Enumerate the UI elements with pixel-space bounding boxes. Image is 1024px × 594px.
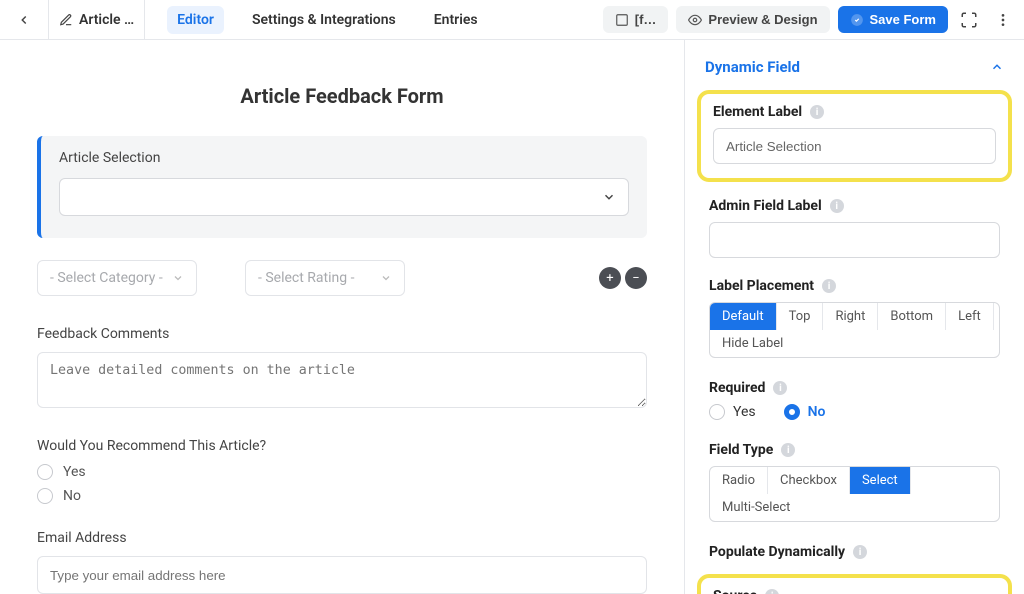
preview-design-button[interactable]: Preview & Design (676, 6, 829, 33)
form-wrap: Article Selection - Select Category - - … (37, 136, 647, 594)
label-placement-group: Label Placement i Default Top Right Bott… (693, 272, 1016, 362)
fieldtype-radio[interactable]: Radio (710, 467, 768, 494)
placement-left[interactable]: Left (946, 303, 994, 330)
field-label: Article Selection (59, 150, 629, 166)
form-title-text: Article … (79, 12, 134, 28)
info-icon[interactable]: i (853, 545, 867, 559)
admin-label-input[interactable] (709, 222, 1000, 258)
info-icon[interactable]: i (765, 589, 779, 594)
placement-right[interactable]: Right (823, 303, 878, 330)
category-placeholder: - Select Category - (50, 270, 163, 286)
placement-bottom[interactable]: Bottom (878, 303, 946, 330)
required-no-option[interactable]: No (784, 404, 826, 420)
tab-settings[interactable]: Settings & Integrations (242, 6, 406, 34)
remove-button[interactable]: − (625, 267, 647, 289)
article-selection-select[interactable] (59, 178, 629, 216)
required-options: Yes No (709, 404, 1000, 420)
radio-icon (37, 464, 53, 480)
top-bar: Article … Editor Settings & Integrations… (0, 0, 1024, 40)
main-area: Article Feedback Form Article Selection … (0, 40, 1024, 594)
shortcode-button[interactable]: [f… (603, 6, 669, 33)
fullscreen-icon[interactable] (956, 7, 982, 33)
populate-heading-group: Populate Dynamically i (693, 538, 1016, 572)
tab-editor[interactable]: Editor (167, 6, 224, 34)
recommend-no-label: No (63, 488, 81, 504)
recommend-yes-label: Yes (63, 464, 86, 480)
feedback-block[interactable]: Feedback Comments (37, 326, 647, 412)
fieldtype-select[interactable]: Select (850, 467, 911, 494)
fieldtype-multiselect[interactable]: Multi-Select (710, 494, 802, 521)
required-yes-label: Yes (733, 404, 756, 420)
recommend-block[interactable]: Would You Recommend This Article? Yes No (37, 438, 647, 504)
info-icon[interactable]: i (830, 199, 844, 213)
category-select[interactable]: - Select Category - (37, 260, 197, 296)
placement-options: Default Top Right Bottom Left Hide Label (709, 302, 1000, 358)
preview-label: Preview & Design (708, 12, 817, 27)
populate-heading: Populate Dynamically i (709, 544, 1000, 560)
back-button[interactable] (8, 4, 40, 36)
recommend-yes-option[interactable]: Yes (37, 464, 647, 480)
info-icon[interactable]: i (781, 443, 795, 457)
info-icon[interactable]: i (810, 105, 824, 119)
form-title-header[interactable]: Article … (48, 0, 145, 40)
radio-icon (784, 404, 800, 420)
top-left: Article … Editor Settings & Integrations… (8, 0, 488, 40)
tab-entries[interactable]: Entries (424, 6, 488, 34)
feedback-label: Feedback Comments (37, 326, 647, 342)
element-label-highlight: Element Label i (697, 90, 1012, 182)
field-type-group: Field Type i Radio Checkbox Select Multi… (693, 436, 1016, 526)
admin-field-group: Admin Field Label i (693, 192, 1016, 262)
panel-content: Element Label i Admin Field Label i Labe… (685, 90, 1024, 594)
form-canvas: Article Feedback Form Article Selection … (0, 40, 684, 594)
row-category-rating: - Select Category - - Select Rating - + … (37, 260, 647, 296)
required-heading: Required i (709, 380, 1000, 396)
panel-title: Dynamic Field (705, 58, 800, 76)
fieldtype-options: Radio Checkbox Select Multi-Select (709, 466, 1000, 522)
email-block[interactable]: Email Address (37, 530, 647, 594)
fieldtype-checkbox[interactable]: Checkbox (768, 467, 850, 494)
recommend-no-option[interactable]: No (37, 488, 647, 504)
required-no-label: No (808, 404, 826, 420)
feedback-textarea[interactable] (37, 352, 647, 408)
placement-hide[interactable]: Hide Label (710, 330, 795, 357)
info-icon[interactable]: i (773, 381, 787, 395)
add-remove-controls: + − (599, 267, 647, 289)
rating-placeholder: - Select Rating - (258, 270, 354, 286)
form-heading: Article Feedback Form (0, 84, 684, 108)
radio-icon (37, 488, 53, 504)
selected-field-article-selection[interactable]: Article Selection (37, 136, 647, 238)
side-panel: Dynamic Field Element Label i Admin Fiel… (684, 40, 1024, 594)
placement-default[interactable]: Default (710, 303, 777, 330)
source-heading: Source i (713, 588, 996, 594)
email-input[interactable] (37, 556, 647, 594)
save-form-button[interactable]: Save Form (838, 6, 948, 33)
top-right: [f… Preview & Design Save Form (603, 6, 1016, 33)
placement-heading: Label Placement i (709, 278, 1000, 294)
source-highlight: Source i Post (697, 574, 1012, 594)
shortcode-label: [f… (635, 12, 657, 27)
placement-top[interactable]: Top (777, 303, 824, 330)
admin-label-heading: Admin Field Label i (709, 198, 1000, 214)
save-label: Save Form (870, 12, 936, 27)
info-icon[interactable]: i (822, 279, 836, 293)
rating-select[interactable]: - Select Rating - (245, 260, 405, 296)
nav-tabs: Editor Settings & Integrations Entries (167, 6, 487, 34)
radio-icon (709, 404, 725, 420)
required-group: Required i Yes No (693, 374, 1016, 424)
more-icon[interactable] (990, 7, 1016, 33)
chevron-down-icon (602, 190, 616, 204)
panel-header[interactable]: Dynamic Field (685, 40, 1024, 90)
element-label-input[interactable] (713, 128, 996, 164)
required-yes-option[interactable]: Yes (709, 404, 756, 420)
recommend-label: Would You Recommend This Article? (37, 438, 647, 454)
chevron-up-icon (990, 60, 1004, 74)
fieldtype-heading: Field Type i (709, 442, 1000, 458)
element-label-heading: Element Label i (713, 104, 996, 120)
add-button[interactable]: + (599, 267, 621, 289)
email-label: Email Address (37, 530, 647, 546)
